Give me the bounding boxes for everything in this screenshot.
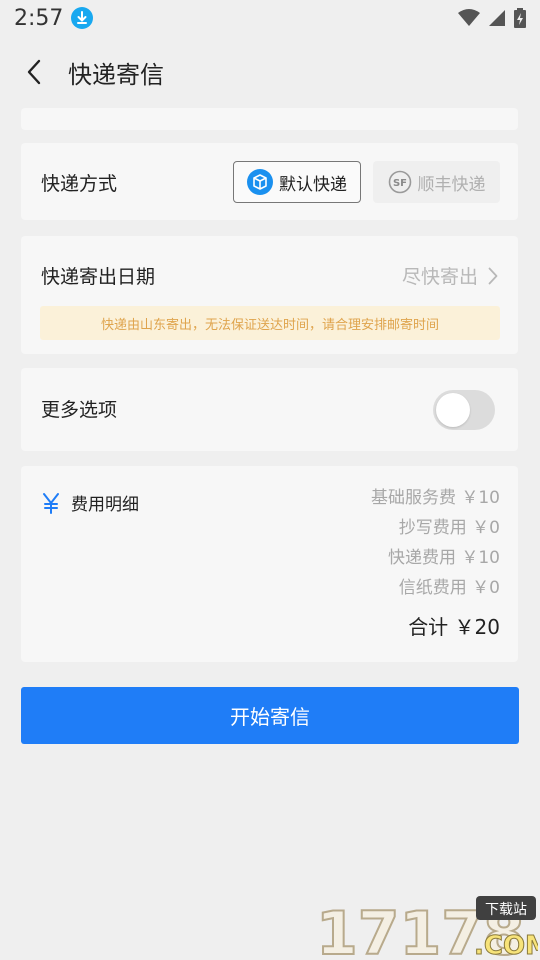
send-date-value: 尽快寄出 — [401, 266, 478, 288]
fee-details-header: 费用明细 — [41, 490, 139, 515]
more-options-card: 更多选项 — [21, 368, 518, 451]
back-button[interactable] — [22, 59, 46, 85]
chevron-right-icon — [488, 267, 498, 284]
page-title: 快递寄信 — [68, 60, 164, 89]
delivery-option-sf-label: 顺丰快递 — [417, 174, 486, 195]
fee-total: 合计 ￥20 — [408, 615, 500, 639]
delivery-option-default-label: 默认快递 — [279, 174, 347, 195]
fee-lines: 基础服务费 ￥10 抄写费用 ￥0 快递费用 ￥10 信纸费用 ￥0 合计 ￥2… — [371, 483, 500, 640]
status-bar: 2:57 — [0, 0, 540, 36]
delivery-method-card: 快递方式 默认快递 SF 顺丰快递 — [21, 143, 518, 220]
battery-icon — [514, 8, 526, 28]
chevron-left-icon — [27, 59, 41, 85]
delivery-option-sf[interactable]: SF 顺丰快递 — [373, 161, 500, 203]
shipping-notice: 快递由山东寄出，无法保证送达时间，请合理安排邮寄时间 — [40, 306, 500, 340]
sf-express-icon: SF — [388, 170, 411, 194]
watermark-suffix: .COM — [474, 931, 538, 958]
more-options-toggle[interactable] — [433, 390, 495, 430]
fee-line-base-service: 基础服务费 ￥10 — [370, 488, 500, 508]
fee-line-courier: 快递费用 ￥10 — [387, 548, 500, 568]
status-time: 2:57 — [14, 5, 64, 31]
svg-text:SF: SF — [392, 178, 406, 189]
package-icon — [247, 169, 273, 195]
send-date-label: 快递寄出日期 — [41, 266, 156, 288]
start-sending-button[interactable]: 开始寄信 — [21, 687, 519, 744]
send-date-selector[interactable]: 尽快寄出 — [402, 262, 498, 289]
toggle-knob — [436, 393, 470, 427]
status-icons — [458, 8, 526, 28]
fee-line-copying: 抄写费用 ￥0 — [398, 518, 500, 538]
delivery-method-label: 快递方式 — [41, 173, 118, 195]
previous-card — [21, 108, 518, 130]
wifi-icon — [458, 9, 480, 26]
watermark-badge: 下载站 — [485, 902, 527, 918]
download-icon — [71, 7, 94, 29]
more-options-label: 更多选项 — [41, 399, 118, 421]
site-watermark-logo: 17178 下载站 .COM — [315, 894, 540, 960]
send-date-card: 快递寄出日期 尽快寄出 快递由山东寄出，无法保证送达时间，请合理安排邮寄时间 — [21, 236, 518, 354]
app-header: 快递寄信 — [0, 40, 540, 104]
signal-icon — [489, 10, 505, 26]
fee-line-paper: 信纸费用 ￥0 — [398, 578, 500, 598]
delivery-option-default[interactable]: 默认快递 — [233, 161, 361, 203]
fee-details-card: 费用明细 基础服务费 ￥10 抄写费用 ￥0 快递费用 ￥10 信纸费用 ￥0 … — [21, 466, 518, 662]
fee-details-title: 费用明细 — [71, 495, 139, 515]
yen-icon — [43, 492, 59, 514]
